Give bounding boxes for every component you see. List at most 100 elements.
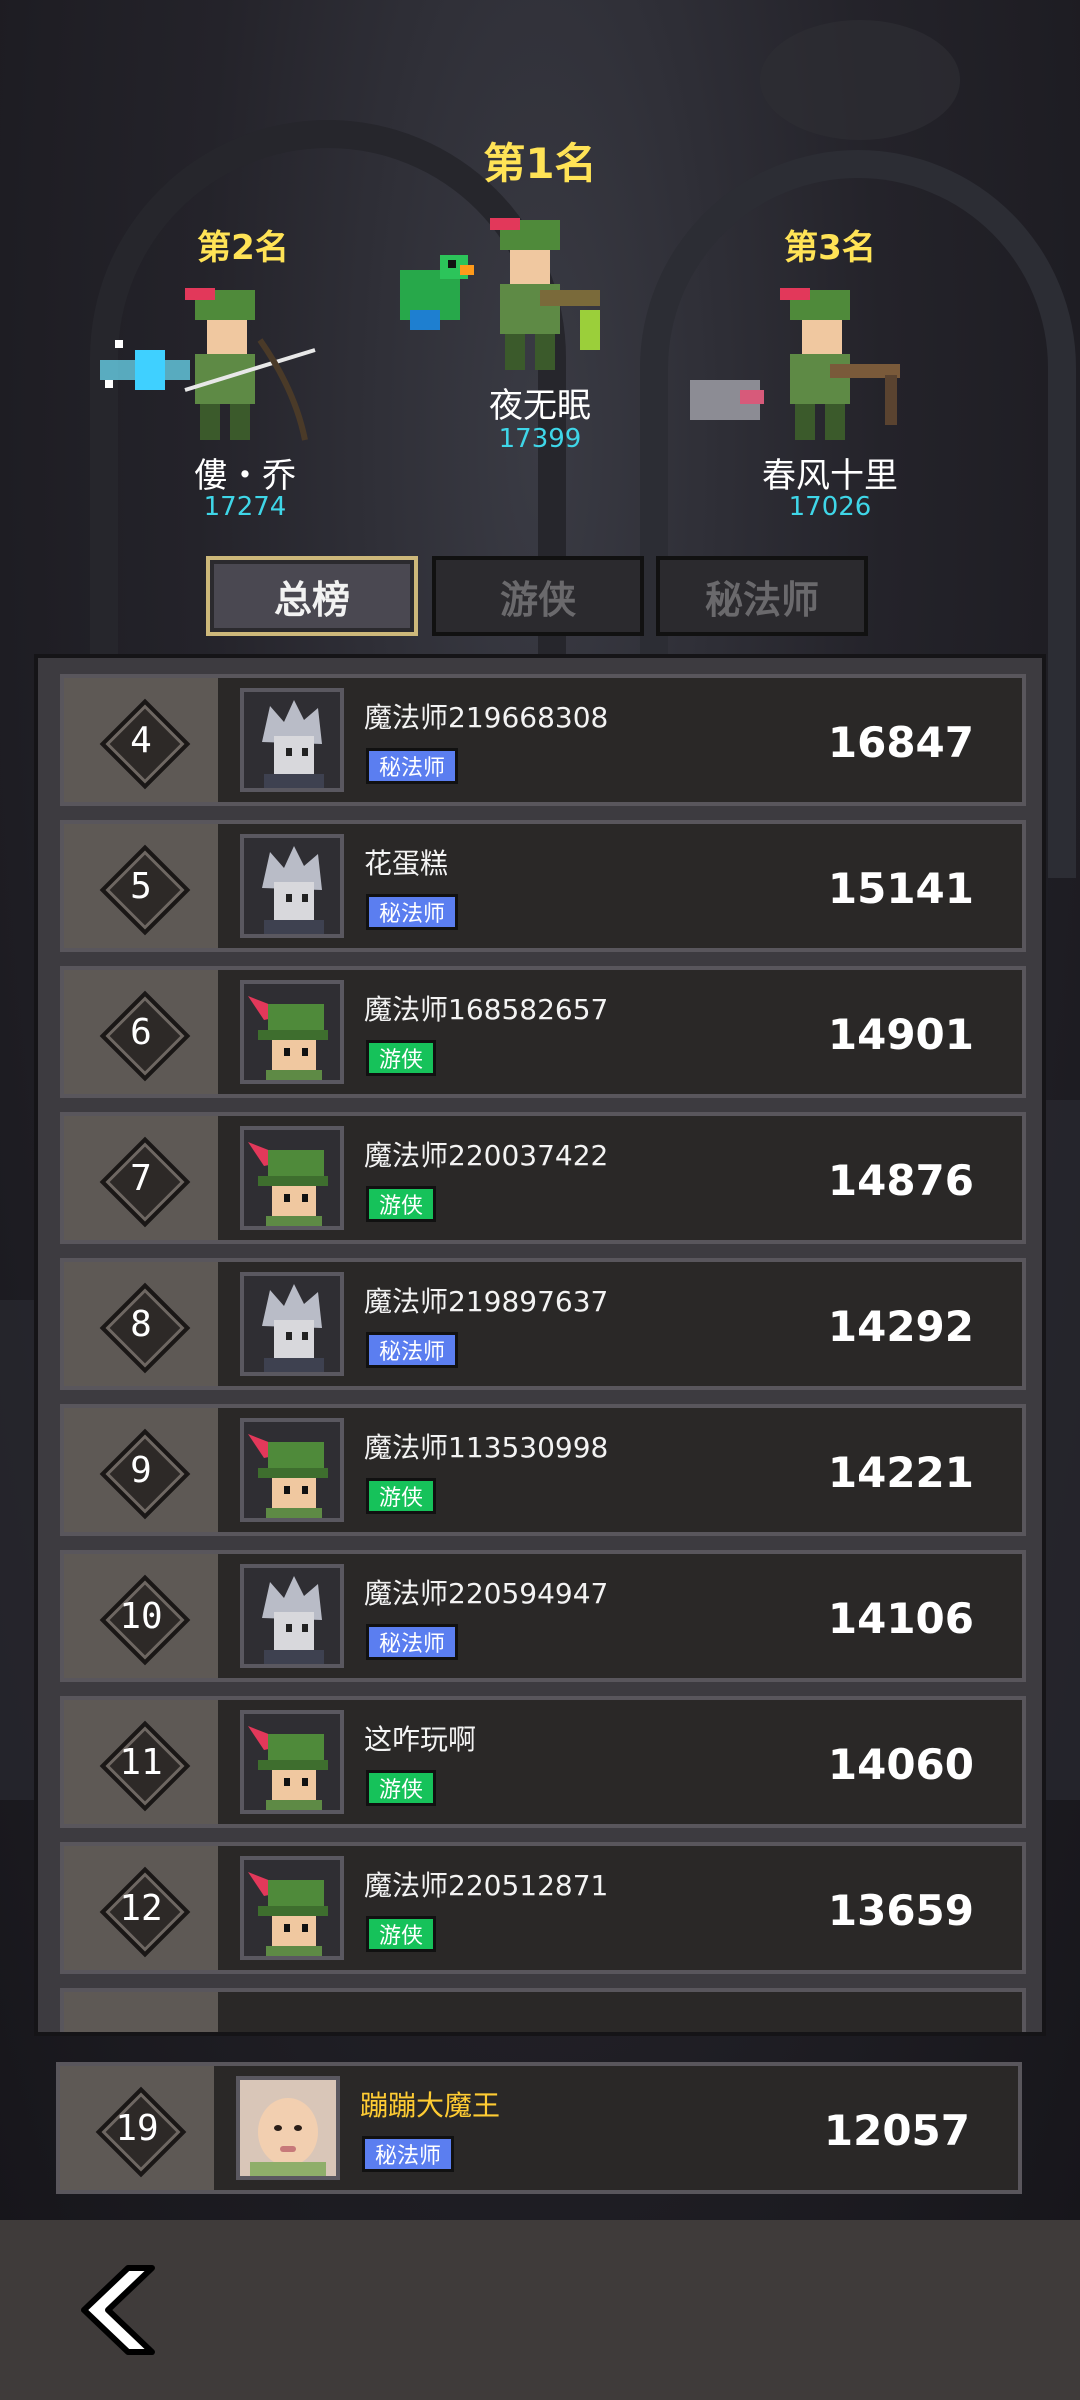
player-name: 蹦蹦大魔王 [360, 2089, 501, 2122]
avatar[interactable] [240, 1710, 344, 1814]
player-score: 14060 [827, 1740, 974, 1789]
table-row[interactable]: 4 魔法师219668308 秘法师 16847 [60, 674, 1026, 806]
rank-cell: 12 [64, 1846, 218, 1970]
avatar[interactable] [240, 1564, 344, 1668]
second-place-score: 17274 [203, 492, 287, 522]
rank-diamond-icon: 5 [99, 844, 191, 936]
player-score: 16847 [827, 718, 974, 767]
first-place-name: 夜无眠 [489, 386, 591, 426]
class-badge: 秘法师 [366, 1332, 459, 1368]
player-score: 14106 [827, 1594, 974, 1643]
rank-diamond-icon: 11 [99, 1720, 191, 1812]
rank-cell: 9 [64, 1408, 218, 1532]
class-badge: 游侠 [366, 1770, 437, 1806]
class-badge: 秘法师 [362, 2136, 455, 2172]
third-place-label: 第3名 [784, 228, 876, 268]
player-name: 花蛋糕 [364, 847, 449, 880]
table-row-partial[interactable] [60, 1988, 1026, 2032]
first-place-score: 17399 [498, 424, 582, 454]
ranger-character-first [400, 218, 600, 370]
avatar[interactable] [240, 1272, 344, 1376]
avatar[interactable] [240, 688, 344, 792]
rank-number: 12 [119, 1887, 163, 1929]
podium: 第1名 夜无眠 17399 第2名 僂・乔 17274 第3名 春风十里 170… [0, 0, 1080, 540]
my-row-card: 19 蹦蹦大魔王秘法师 12057 [56, 2062, 1022, 2194]
ranger-character-third [690, 288, 900, 440]
rank-number: 4 [130, 719, 152, 761]
first-place-label: 第1名 [483, 139, 597, 188]
rank-diamond-icon: 10 [99, 1574, 191, 1666]
second-place-name: 僂・乔 [194, 456, 296, 496]
rank-diamond-icon: 7 [99, 1136, 191, 1228]
third-place-score: 17026 [788, 492, 872, 522]
second-place-label: 第2名 [197, 228, 289, 268]
class-badge: 秘法师 [366, 1624, 459, 1660]
ranking-list[interactable]: 4 魔法师219668308 秘法师 16847 5 花蛋糕 秘法师 15141 6 魔法师168… [34, 654, 1046, 2036]
table-row[interactable]: 8 魔法师219897637 秘法师 14292 [60, 1258, 1026, 1390]
rank-cell: 4 [64, 678, 218, 802]
player-score: 14292 [827, 1302, 974, 1351]
avatar[interactable] [240, 980, 344, 1084]
table-row[interactable]: 11 这咋玩啊游侠 14060 [60, 1696, 1026, 1828]
rank-number: 10 [119, 1595, 163, 1637]
rank-diamond-icon: 4 [99, 698, 191, 790]
table-row[interactable]: 9 魔法师113530998 游侠 14221 [60, 1404, 1026, 1536]
class-badge: 游侠 [366, 1478, 437, 1514]
rank-number: 9 [130, 1449, 152, 1491]
table-row[interactable]: 5 花蛋糕秘法师 15141 [60, 820, 1026, 952]
class-badge: 游侠 [366, 1186, 437, 1222]
player-name: 魔法师168582657 [364, 993, 609, 1026]
rank-number: 7 [130, 1157, 152, 1199]
player-name: 魔法师220512871 [364, 1869, 609, 1902]
rank-cell: 5 [64, 824, 218, 948]
table-row[interactable]: 6 魔法师168582657 游侠 14901 [60, 966, 1026, 1098]
avatar[interactable] [240, 1856, 344, 1960]
rank-diamond-icon: 12 [99, 1866, 191, 1958]
rank-cell: 10 [64, 1554, 218, 1678]
rank-diamond-icon: 9 [99, 1428, 191, 1520]
rank-number: 6 [130, 1011, 152, 1053]
rank-number: 8 [130, 1303, 152, 1345]
ranger-character-second [100, 288, 316, 441]
rank-number: 5 [130, 865, 152, 907]
rank-cell: 8 [64, 1262, 218, 1386]
tab-overall[interactable]: 总榜 [206, 556, 418, 636]
class-badge: 游侠 [366, 1040, 437, 1076]
avatar[interactable] [240, 834, 344, 938]
player-score: 15141 [827, 864, 974, 913]
rank-cell: 11 [64, 1700, 218, 1824]
class-badge: 秘法师 [366, 748, 459, 784]
my-ranking-row: 19 蹦蹦大魔王秘法师 12057 [56, 2062, 1022, 2194]
rank-number: 19 [115, 2107, 159, 2149]
rank-cell: 6 [64, 970, 218, 1094]
player-name: 魔法师113530998 [364, 1431, 609, 1464]
rank-diamond-icon: 19 [95, 2086, 187, 2178]
player-name: 魔法师219668308 [364, 701, 609, 734]
third-place-name: 春风十里 [762, 456, 898, 496]
rank-cell: 19 [60, 2066, 214, 2190]
bottom-bar [0, 2220, 1080, 2400]
player-name: 魔法师220037422 [364, 1139, 609, 1172]
player-name: 这咋玩啊 [364, 1723, 477, 1756]
avatar[interactable] [240, 1126, 344, 1230]
rank-diamond-icon: 8 [99, 1282, 191, 1374]
rank-number: 11 [119, 1741, 163, 1783]
tab-ranger[interactable]: 游侠 [432, 556, 644, 636]
player-score: 12057 [823, 2106, 970, 2155]
tab-mystic[interactable]: 秘法师 [656, 556, 868, 636]
table-row[interactable]: 7 魔法师220037422 游侠 14876 [60, 1112, 1026, 1244]
player-name: 魔法师219897637 [364, 1285, 609, 1318]
rank-cell: 7 [64, 1116, 218, 1240]
avatar[interactable] [240, 1418, 344, 1522]
class-badge: 秘法师 [366, 894, 459, 930]
player-score: 14221 [827, 1448, 974, 1497]
class-badge: 游侠 [366, 1916, 437, 1952]
player-score: 14901 [827, 1010, 974, 1059]
table-row[interactable]: 12 魔法师220512871 游侠 13659 [60, 1842, 1026, 1974]
player-name: 魔法师220594947 [364, 1577, 609, 1610]
player-score: 13659 [827, 1886, 974, 1935]
table-row[interactable]: 10 魔法师220594947 秘法师 14106 [60, 1550, 1026, 1682]
chevron-left-icon[interactable] [70, 2262, 160, 2358]
avatar[interactable] [236, 2076, 340, 2180]
player-score: 14876 [827, 1156, 974, 1205]
